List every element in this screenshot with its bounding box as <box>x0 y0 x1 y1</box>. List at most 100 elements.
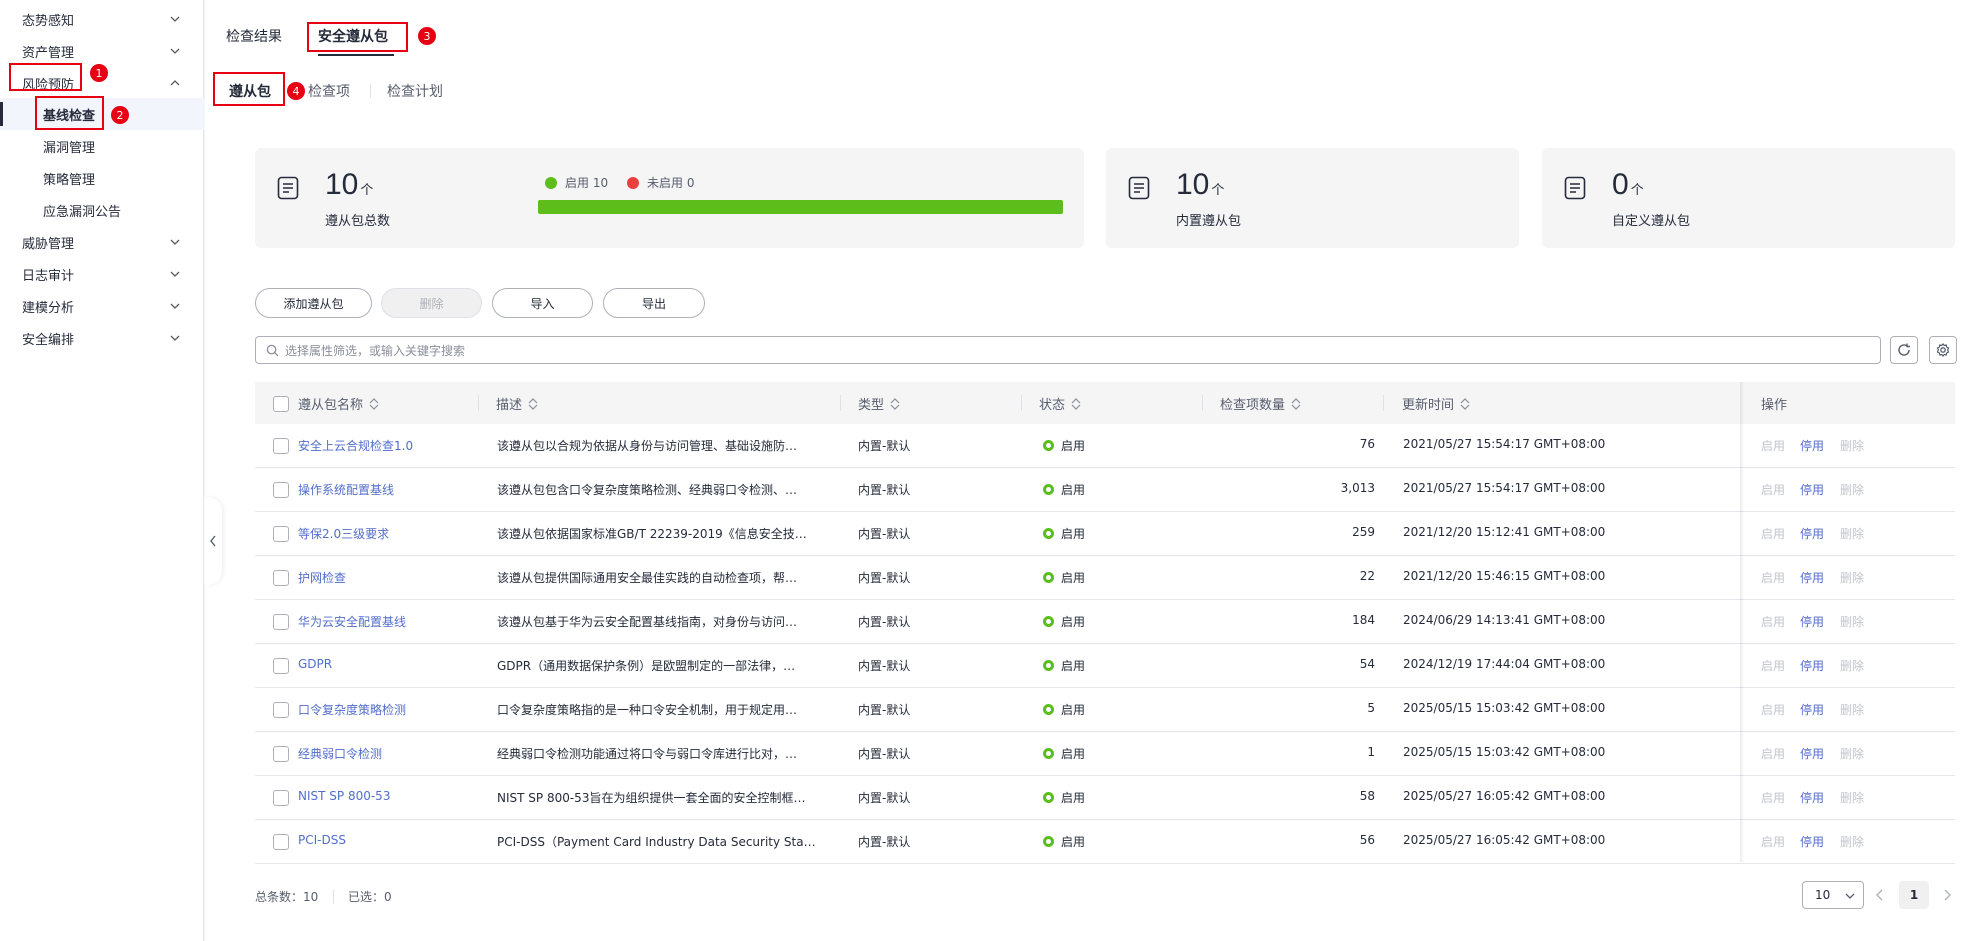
table-row: 华为云安全配置基线 该遵从包基于华为云安全配置基线指南，对身份与访问… 内置-默认 启… <box>255 600 1955 644</box>
row-checkbox[interactable] <box>273 482 289 498</box>
disable-button[interactable]: 停用 <box>1800 613 1824 630</box>
disable-button[interactable]: 停用 <box>1800 745 1824 762</box>
row-checkbox[interactable] <box>273 702 289 718</box>
delete-row-button[interactable]: 删除 <box>1840 789 1864 806</box>
nav-vulnerability-management[interactable]: 漏洞管理 <box>0 130 204 162</box>
delete-row-button[interactable]: 删除 <box>1840 613 1864 630</box>
delete-row-button[interactable]: 删除 <box>1840 437 1864 454</box>
stat-card-total: 10 个 遵从包总数 启用 10 未启用 0 <box>255 148 1084 248</box>
add-package-button[interactable]: 添加遵从包 <box>255 288 372 318</box>
delete-row-button[interactable]: 删除 <box>1840 833 1864 850</box>
check-item-count: 56 <box>1359 833 1375 847</box>
package-type: 内置-默认 <box>858 439 911 453</box>
enable-button[interactable]: 启用 <box>1761 437 1785 454</box>
col-desc[interactable]: 描述 <box>496 394 538 413</box>
package-name-link[interactable]: 经典弱口令检测 <box>298 745 382 762</box>
row-checkbox[interactable] <box>273 614 289 630</box>
col-time[interactable]: 更新时间 <box>1402 394 1470 413</box>
row-checkbox[interactable] <box>273 834 289 850</box>
page-number[interactable]: 1 <box>1899 881 1929 909</box>
enable-button[interactable]: 启用 <box>1761 569 1785 586</box>
annotation-badge-1: 1 <box>90 64 108 82</box>
nav-threat-management[interactable]: 威胁管理 <box>0 226 204 258</box>
chevron-down-icon <box>170 271 180 277</box>
package-description: 该遵从包以合规为依据从身份与访问管理、基础设施防… <box>497 439 798 453</box>
package-name-link[interactable]: PCI-DSS <box>298 833 346 847</box>
package-description: NIST SP 800-53旨在为组织提供一套全面的安全控制框… <box>497 791 806 805</box>
stat-total-label: 遵从包总数 <box>325 214 391 229</box>
delete-row-button[interactable]: 删除 <box>1840 481 1864 498</box>
disable-button[interactable]: 停用 <box>1800 789 1824 806</box>
check-item-count: 184 <box>1352 613 1375 627</box>
package-description: GDPR（通用数据保护条例）是欧盟制定的一部法律，… <box>497 659 796 673</box>
enable-button[interactable]: 启用 <box>1761 745 1785 762</box>
nav-modeling-analysis[interactable]: 建模分析 <box>0 290 204 322</box>
nav-policy-management[interactable]: 策略管理 <box>0 162 204 194</box>
row-checkbox[interactable] <box>273 570 289 586</box>
sidebar-collapse-handle[interactable] <box>204 497 222 585</box>
row-checkbox[interactable] <box>273 746 289 762</box>
package-name-link[interactable]: 操作系统配置基线 <box>298 481 394 498</box>
enable-button[interactable]: 启用 <box>1761 833 1785 850</box>
status-enabled-icon <box>1043 792 1054 803</box>
nav-log-audit[interactable]: 日志审计 <box>0 258 204 290</box>
enable-button[interactable]: 启用 <box>1761 657 1785 674</box>
enable-button[interactable]: 启用 <box>1761 481 1785 498</box>
export-button[interactable]: 导出 <box>603 288 705 318</box>
row-checkbox[interactable] <box>273 658 289 674</box>
disable-button[interactable]: 停用 <box>1800 481 1824 498</box>
col-type[interactable]: 类型 <box>858 394 900 413</box>
package-name-link[interactable]: 口令复杂度策略检测 <box>298 701 406 718</box>
nav-emergency-vuln-notice[interactable]: 应急漏洞公告 <box>0 194 204 226</box>
enable-button[interactable]: 启用 <box>1761 701 1785 718</box>
tab-check-results[interactable]: 检查结果 <box>226 26 282 46</box>
chevron-down-icon <box>170 335 180 341</box>
delete-row-button[interactable]: 删除 <box>1840 525 1864 542</box>
column-separator <box>1202 395 1203 411</box>
disable-button[interactable]: 停用 <box>1800 569 1824 586</box>
nav-security-orchestration[interactable]: 安全编排 <box>0 322 204 354</box>
disable-button[interactable]: 停用 <box>1800 657 1824 674</box>
enable-button[interactable]: 启用 <box>1761 613 1785 630</box>
package-name-link[interactable]: NIST SP 800-53 <box>298 789 390 803</box>
row-checkbox[interactable] <box>273 526 289 542</box>
nav-label: 建模分析 <box>22 300 75 316</box>
disable-button[interactable]: 停用 <box>1800 833 1824 850</box>
page-size-select[interactable]: 10 <box>1802 881 1864 909</box>
delete-row-button[interactable]: 删除 <box>1840 745 1864 762</box>
disable-button[interactable]: 停用 <box>1800 525 1824 542</box>
col-name[interactable]: 遵从包名称 <box>298 394 379 413</box>
col-count[interactable]: 检查项数量 <box>1220 394 1301 413</box>
row-checkbox[interactable] <box>273 438 289 454</box>
delete-row-button[interactable]: 删除 <box>1840 569 1864 586</box>
update-time: 2025/05/15 15:03:42 GMT+08:00 <box>1403 745 1606 759</box>
package-status: 启用 <box>1061 659 1086 673</box>
delete-row-button[interactable]: 删除 <box>1840 701 1864 718</box>
refresh-button[interactable] <box>1890 336 1918 364</box>
package-name-link[interactable]: 华为云安全配置基线 <box>298 613 406 630</box>
table-header: 遵从包名称 描述 类型 状态 检查项数量 更新时间 操作 <box>255 382 1955 424</box>
package-name-link[interactable]: 等保2.0三级要求 <box>298 525 389 542</box>
package-name-link[interactable]: 护网检查 <box>298 569 346 586</box>
select-all-checkbox[interactable] <box>273 396 289 412</box>
delete-row-button[interactable]: 删除 <box>1840 657 1864 674</box>
import-button[interactable]: 导入 <box>492 288 593 318</box>
package-name-link[interactable]: 安全上云合规检查1.0 <box>298 437 413 454</box>
enable-button[interactable]: 启用 <box>1761 789 1785 806</box>
settings-button[interactable] <box>1929 336 1957 364</box>
col-status[interactable]: 状态 <box>1039 394 1081 413</box>
package-name-link[interactable]: GDPR <box>298 657 332 671</box>
subtab-check-items[interactable]: 检查项 <box>308 81 350 101</box>
row-checkbox[interactable] <box>273 790 289 806</box>
nav-situation-awareness[interactable]: 态势感知 <box>0 3 204 35</box>
next-page-icon[interactable] <box>1942 889 1952 901</box>
disable-button[interactable]: 停用 <box>1800 437 1824 454</box>
delete-button[interactable]: 删除 <box>381 288 482 318</box>
prev-page-icon[interactable] <box>1875 889 1885 901</box>
package-status: 启用 <box>1061 571 1086 585</box>
divider <box>333 890 334 904</box>
enable-button[interactable]: 启用 <box>1761 525 1785 542</box>
search-input[interactable]: 选择属性筛选，或输入关键字搜索 <box>255 336 1881 364</box>
subtab-check-plans[interactable]: 检查计划 <box>387 81 443 101</box>
disable-button[interactable]: 停用 <box>1800 701 1824 718</box>
